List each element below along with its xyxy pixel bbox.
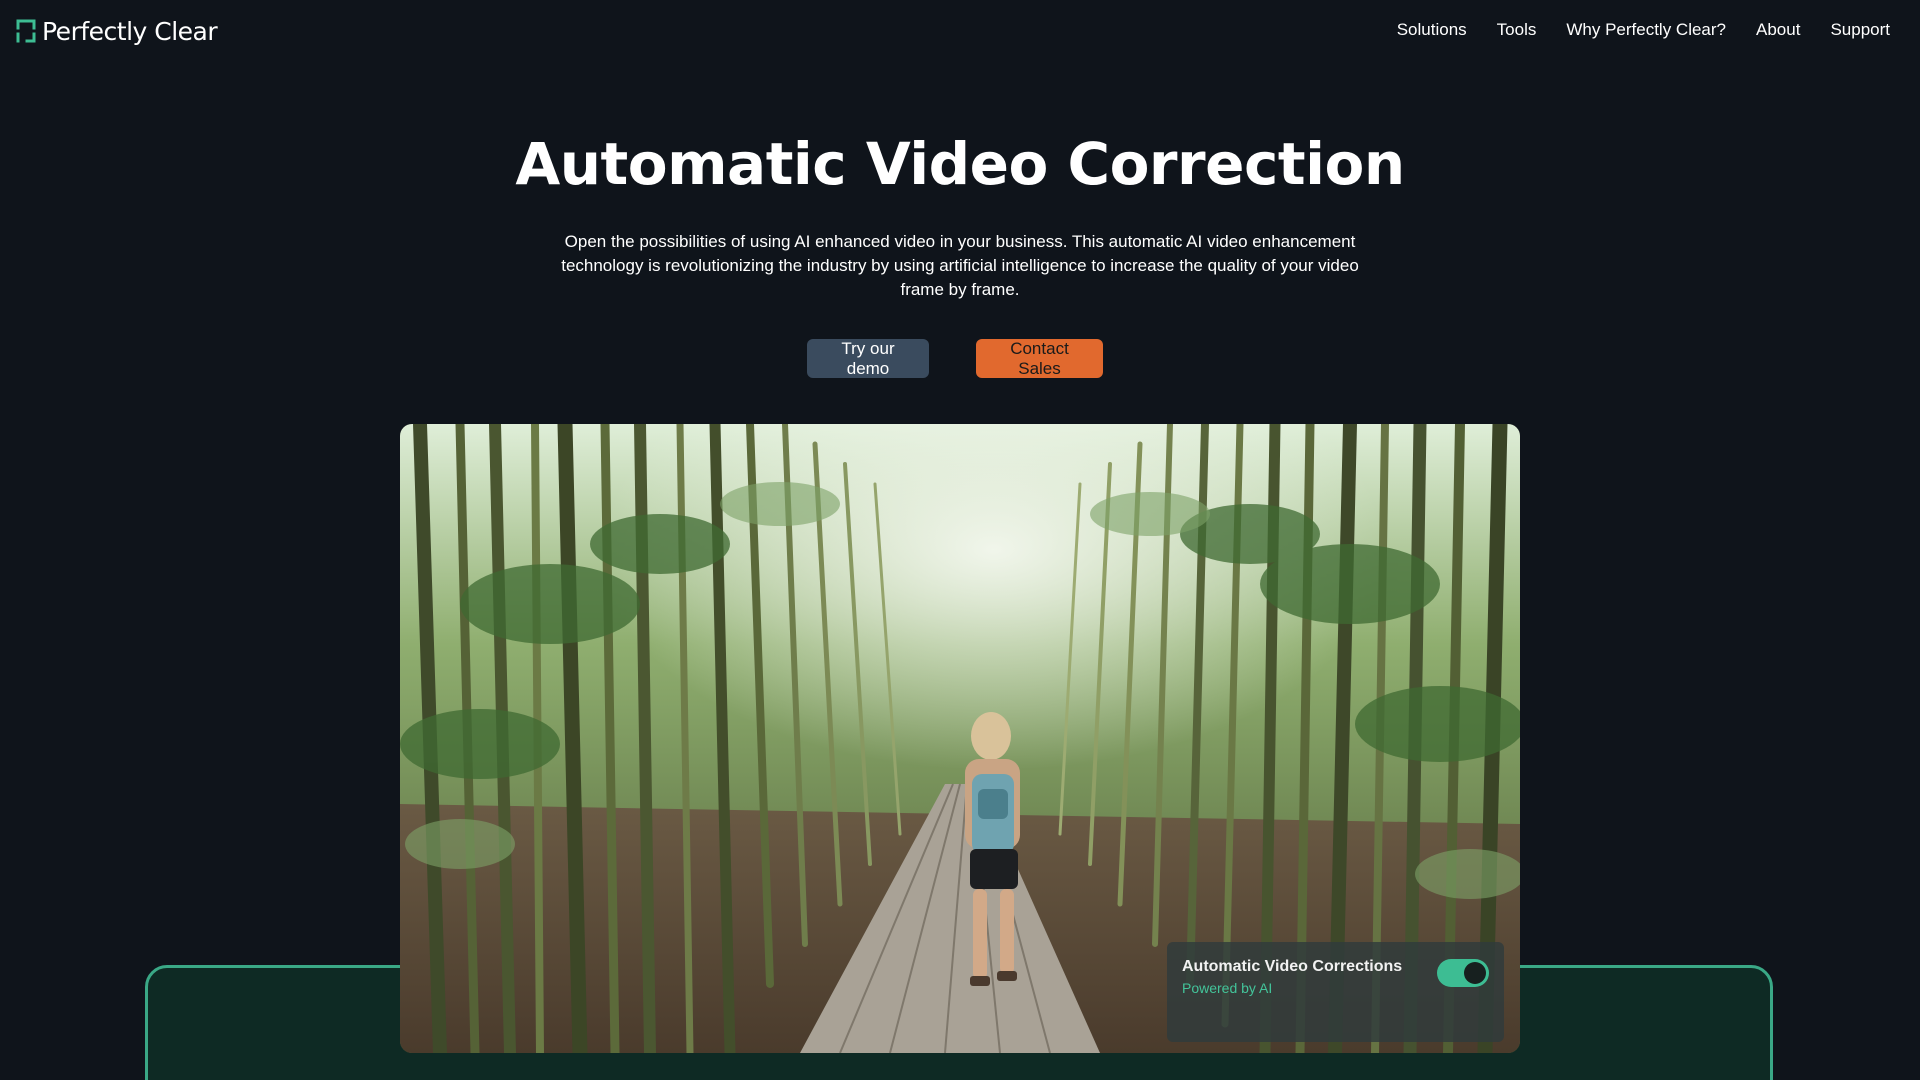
nav-item-tools[interactable]: Tools bbox=[1497, 20, 1537, 40]
contact-sales-button[interactable]: Contact Sales bbox=[976, 339, 1103, 378]
demo-video-player[interactable]: Automatic Video Corrections Powered by A… bbox=[400, 424, 1520, 1053]
nav-item-about[interactable]: About bbox=[1756, 20, 1800, 40]
nav-item-solutions[interactable]: Solutions bbox=[1397, 20, 1467, 40]
main-nav: Solutions Tools Why Perfectly Clear? Abo… bbox=[1397, 20, 1890, 40]
corrections-title: Automatic Video Corrections bbox=[1182, 958, 1403, 975]
corrections-subtitle: Powered by AI bbox=[1182, 980, 1273, 996]
toggle-knob bbox=[1464, 962, 1486, 984]
page: Perfectly Clear Solutions Tools Why Perf… bbox=[0, 0, 1920, 1080]
hero-description: Open the possibilities of using AI enhan… bbox=[561, 232, 1359, 299]
try-demo-button[interactable]: Try our demo bbox=[807, 339, 929, 378]
video-corrections-card: Automatic Video Corrections Powered by A… bbox=[1167, 942, 1504, 1042]
cta-button-row: Try our demo Contact Sales bbox=[0, 339, 1920, 378]
perfectly-clear-bracket-icon bbox=[16, 19, 36, 43]
corrections-toggle[interactable] bbox=[1437, 959, 1489, 987]
logo-text: Perfectly Clear bbox=[42, 16, 218, 46]
logo-link[interactable]: Perfectly Clear bbox=[16, 14, 218, 48]
nav-item-why-perfectly-clear[interactable]: Why Perfectly Clear? bbox=[1566, 20, 1726, 40]
nav-item-support[interactable]: Support bbox=[1830, 20, 1890, 40]
page-title: Automatic Video Correction bbox=[515, 130, 1405, 198]
top-navigation-bar: Perfectly Clear Solutions Tools Why Perf… bbox=[0, 0, 1920, 62]
